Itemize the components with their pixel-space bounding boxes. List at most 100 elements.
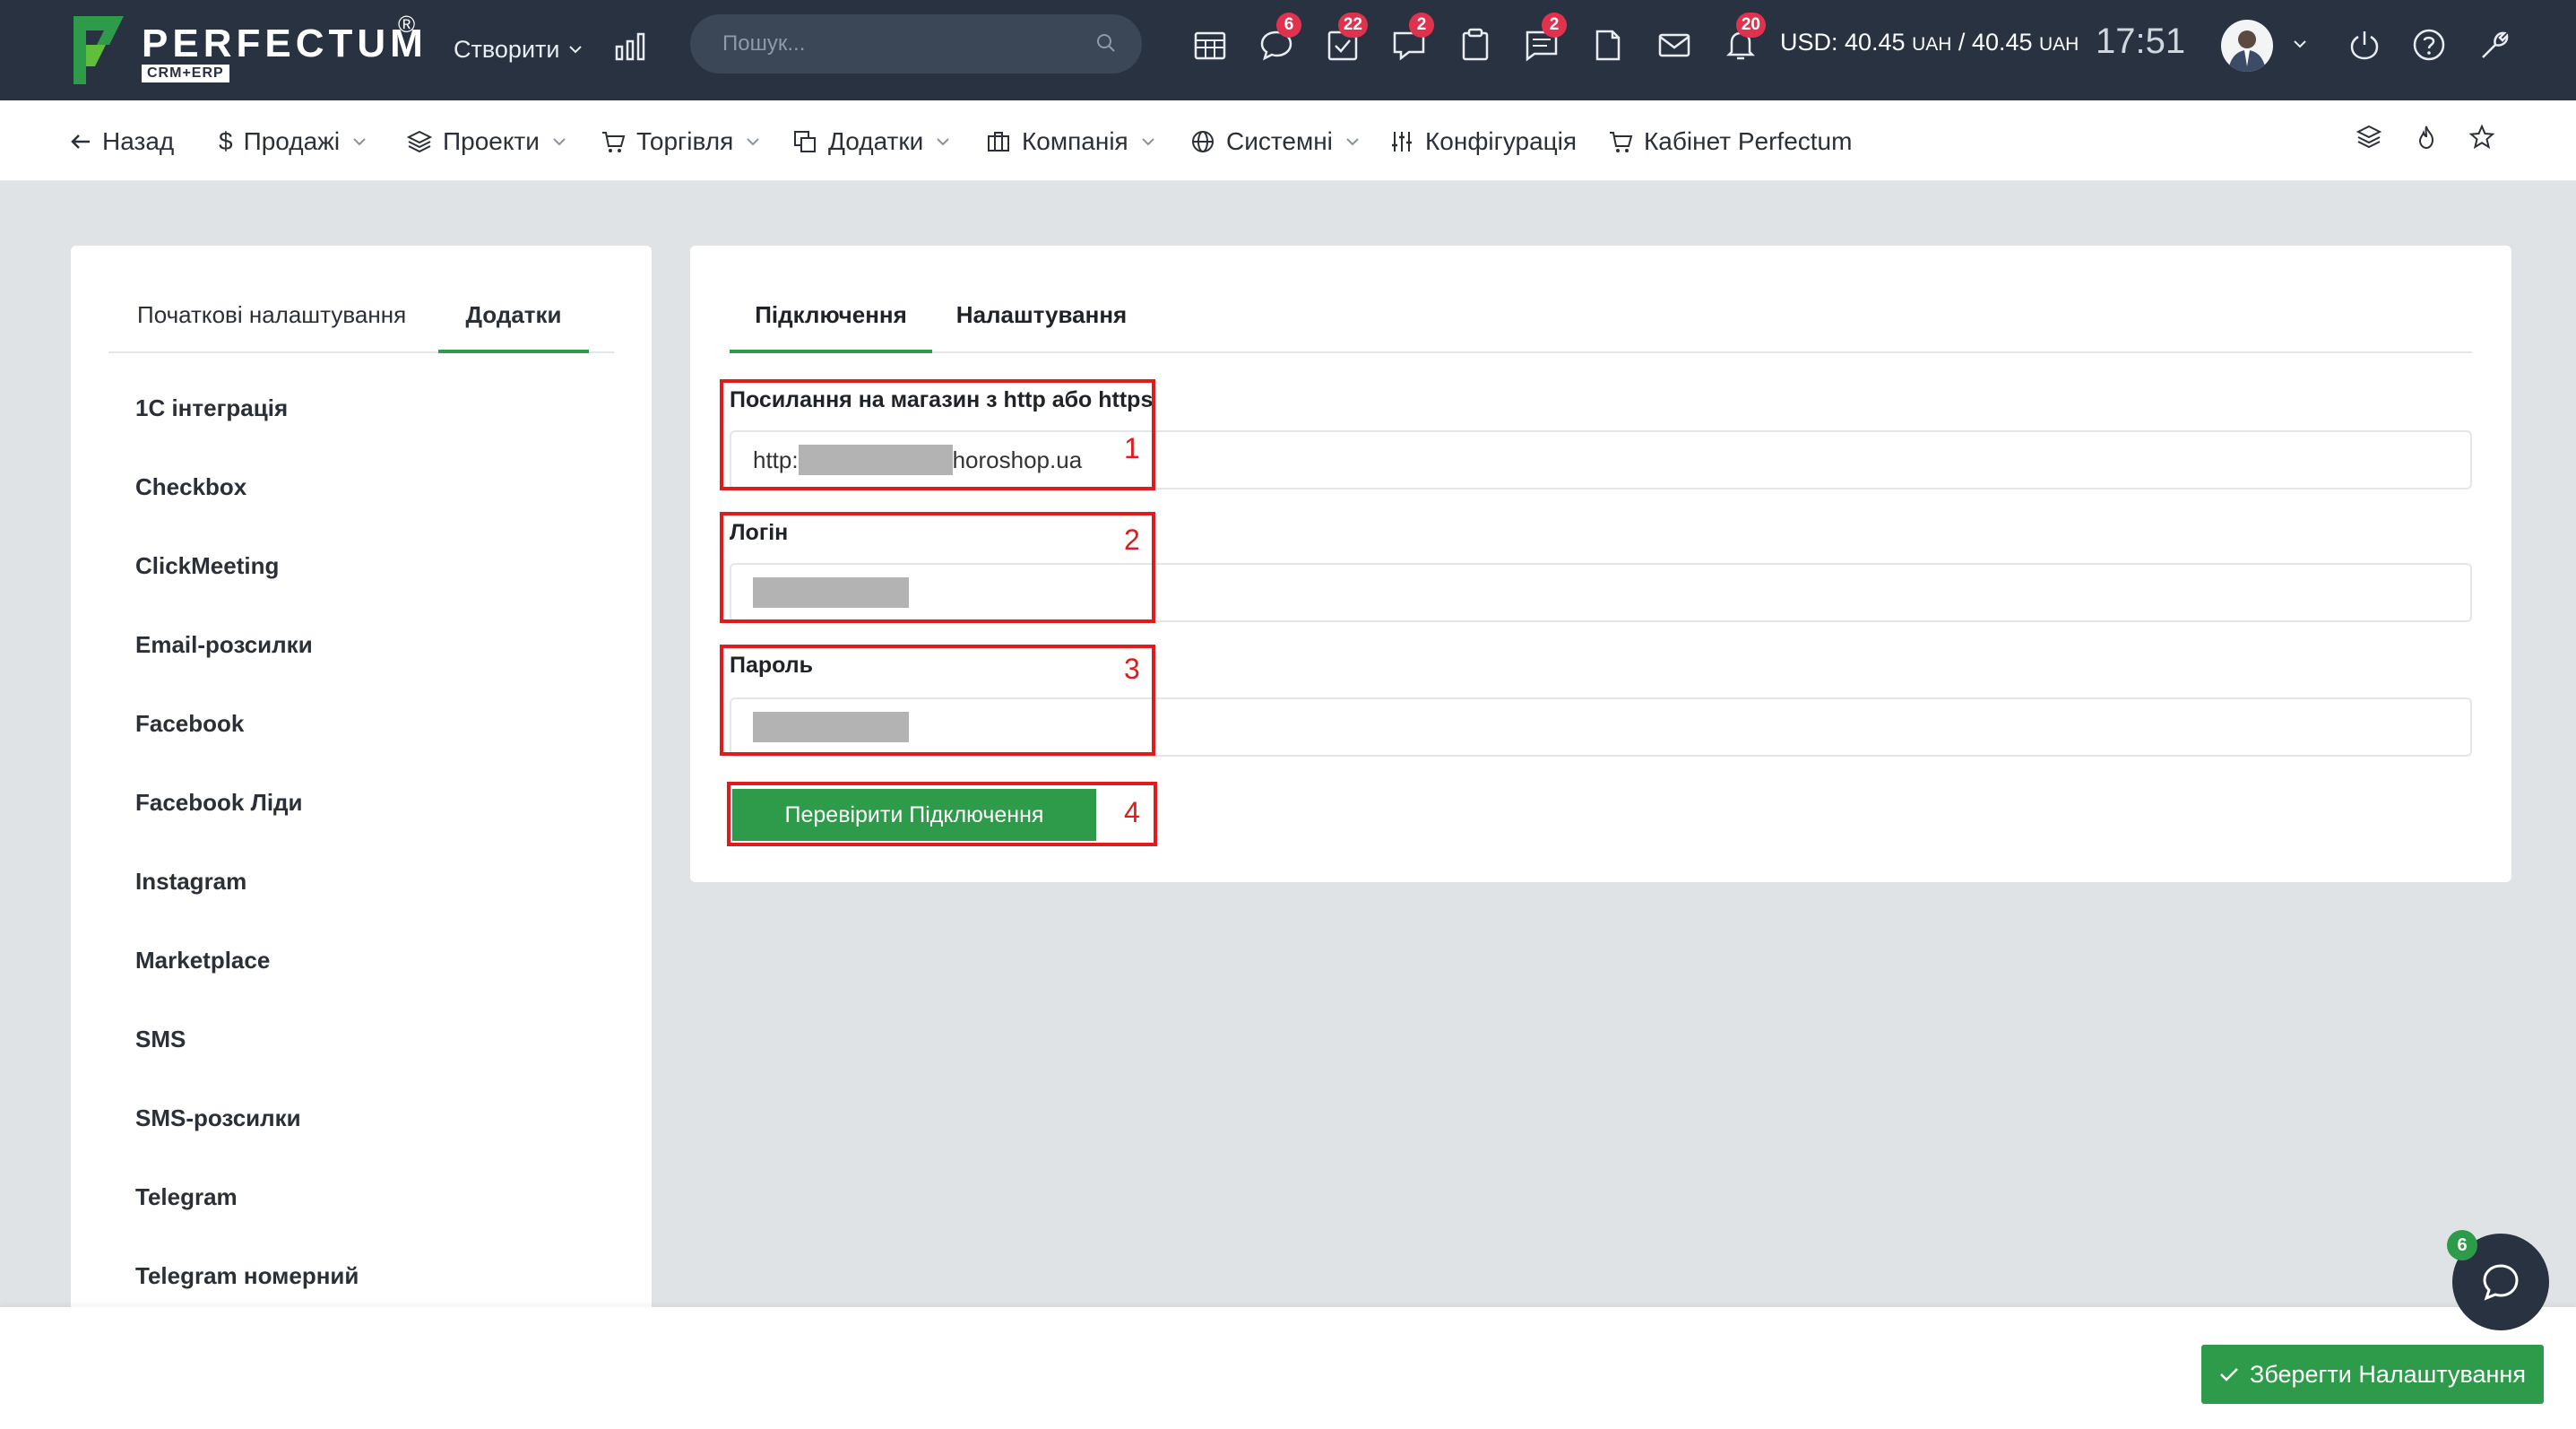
nav-system-label: Системні [1226, 127, 1333, 155]
chevron-down-icon [569, 46, 583, 54]
power-icon[interactable] [2347, 27, 2382, 63]
chevron-down-icon [353, 138, 366, 146]
tasks-icon[interactable]: 22 [1323, 13, 1368, 65]
bar-chart-icon[interactable] [615, 30, 647, 61]
nav-config-label: Конфігурація [1425, 127, 1578, 155]
cart-icon [602, 132, 626, 152]
create-label: Створити [454, 35, 560, 63]
connection-panel: Підключення Налаштування Посилання на ма… [690, 246, 2511, 882]
currency-unit-1: UAH [1912, 34, 1952, 55]
sidebar-item-1c[interactable]: 1С інтеграція [135, 394, 288, 422]
check-icon [2220, 1368, 2238, 1381]
layers-icon [407, 130, 432, 153]
save-settings-button[interactable]: Зберегти Налаштування [2201, 1345, 2544, 1404]
support-chat-icon[interactable]: 2 [1389, 13, 1434, 65]
annotation-number-4: 4 [1124, 796, 1140, 828]
nav-company[interactable]: Компанія [986, 124, 1155, 160]
main-nav: Назад $ Продажі Проекти Торгівля Додатки… [0, 100, 2576, 181]
annotation-box-3 [720, 645, 1155, 756]
nav-system[interactable]: Системні [1190, 124, 1360, 160]
fire-icon[interactable] [2413, 124, 2440, 151]
sidebar-item-clickmeeting[interactable]: ClickMeeting [135, 552, 279, 580]
annotation-box-1 [720, 379, 1155, 490]
copy-icon [794, 131, 816, 152]
chevron-down-icon [1346, 138, 1359, 146]
building-icon [988, 132, 1009, 152]
bell-icon[interactable]: 20 [1721, 13, 1766, 65]
nav-addons-label: Додатки [828, 127, 924, 155]
sidebar-item-email[interactable]: Email-розсилки [135, 631, 313, 659]
cart-icon [1610, 132, 1633, 152]
nav-config[interactable]: Конфігурація [1389, 124, 1577, 160]
document-icon[interactable] [1588, 25, 1628, 65]
chat-widget-button[interactable]: 6 [2447, 1230, 2549, 1330]
chat-widget-badge: 6 [2447, 1230, 2477, 1260]
chat-badge: 6 [1276, 13, 1301, 38]
chevron-down-icon[interactable] [2293, 39, 2307, 48]
notes-badge: 2 [1542, 13, 1567, 38]
nav-company-label: Компанія [1022, 127, 1128, 155]
sidebar-item-marketplace[interactable]: Marketplace [135, 947, 270, 974]
notes-icon[interactable]: 2 [1522, 13, 1567, 65]
star-icon[interactable] [2468, 124, 2495, 151]
sidebar-item-checkbox[interactable]: Checkbox [135, 473, 246, 501]
logo-subtitle: CRM+ERP [142, 65, 229, 82]
nav-trade-label: Торгівля [636, 127, 734, 155]
annotation-box-4 [727, 782, 1157, 846]
tab-connection[interactable]: Підключення [730, 301, 932, 353]
create-menu-button[interactable]: Створити [454, 27, 583, 72]
tab-settings[interactable]: Налаштування [932, 301, 1151, 353]
footer-bar: Зберегти Налаштування [0, 1307, 2576, 1429]
chevron-down-icon [1142, 138, 1154, 146]
avatar[interactable] [2221, 20, 2273, 72]
notifications-badge: 20 [1735, 13, 1766, 38]
currency-unit-2: UAH [2039, 34, 2079, 55]
annotation-number-1: 1 [1124, 432, 1140, 464]
annotation-number-2: 2 [1124, 524, 1140, 556]
nav-projects-label: Проекти [443, 127, 540, 155]
wrench-icon[interactable] [2477, 27, 2513, 63]
chat-icon[interactable]: 6 [1257, 13, 1301, 65]
chevron-down-icon [747, 138, 759, 146]
sidebar-tabs: Початкові налаштування Додатки [108, 301, 614, 353]
sidebar-item-facebook[interactable]: Facebook [135, 710, 244, 738]
mail-icon[interactable] [1655, 25, 1694, 65]
top-bar: PERFECTUM ® CRM+ERP Створити 6 22 2 2 [0, 0, 2576, 100]
tab-initial-settings[interactable]: Початкові налаштування [108, 301, 440, 353]
search-icon[interactable] [1095, 32, 1117, 54]
sidebar-item-facebook-leads[interactable]: Facebook Ліди [135, 789, 303, 817]
chat-bubble-icon [2483, 1264, 2519, 1301]
help-icon[interactable] [2411, 27, 2447, 63]
annotation-box-2 [720, 512, 1155, 623]
sidebar-item-sms-mailing[interactable]: SMS-розсилки [135, 1104, 301, 1132]
nav-cabinet[interactable]: Кабінет Perfectum [1608, 124, 1852, 160]
sidebar-item-sms[interactable]: SMS [135, 1026, 186, 1053]
currency-prefix: USD: 40.45 [1780, 29, 1913, 56]
nav-back[interactable]: Назад [70, 124, 174, 160]
logo-registered: ® [398, 11, 416, 38]
search-box [690, 14, 1142, 74]
nav-cabinet-label: Кабінет Perfectum [1644, 127, 1853, 155]
tab-addons[interactable]: Додатки [438, 301, 589, 353]
calendar-icon[interactable] [1190, 25, 1230, 65]
currency-mid: / 40.45 [1951, 29, 2039, 56]
clock: 17:51 [2096, 22, 2186, 61]
sidebar-item-telegram[interactable]: Telegram [135, 1183, 238, 1211]
clipboard-icon[interactable] [1456, 25, 1495, 65]
logo[interactable]: PERFECTUM ® CRM+ERP [70, 9, 428, 90]
sidebar-item-telegram-number[interactable]: Telegram номерний [135, 1262, 359, 1290]
nav-projects[interactable]: Проекти [407, 124, 566, 160]
nav-trade[interactable]: Торгівля [601, 124, 760, 160]
content-tabs: Підключення Налаштування [730, 301, 2472, 353]
sidebar-item-instagram[interactable]: Instagram [135, 868, 246, 896]
settings-sidebar: Початкові налаштування Додатки 1С інтегр… [71, 246, 652, 1429]
nav-sales[interactable]: $ Продажі [219, 124, 367, 160]
search-input[interactable] [722, 31, 1110, 56]
arrow-left-icon [71, 134, 90, 149]
currency-rate: USD: 40.45 UAH / 40.45 UAH [1780, 29, 2079, 56]
logo-mark-icon [73, 16, 124, 84]
nav-back-label: Назад [102, 127, 175, 155]
nav-addons[interactable]: Додатки [792, 124, 950, 160]
tasks-badge: 22 [1337, 13, 1368, 38]
layers-icon[interactable] [2356, 124, 2382, 151]
